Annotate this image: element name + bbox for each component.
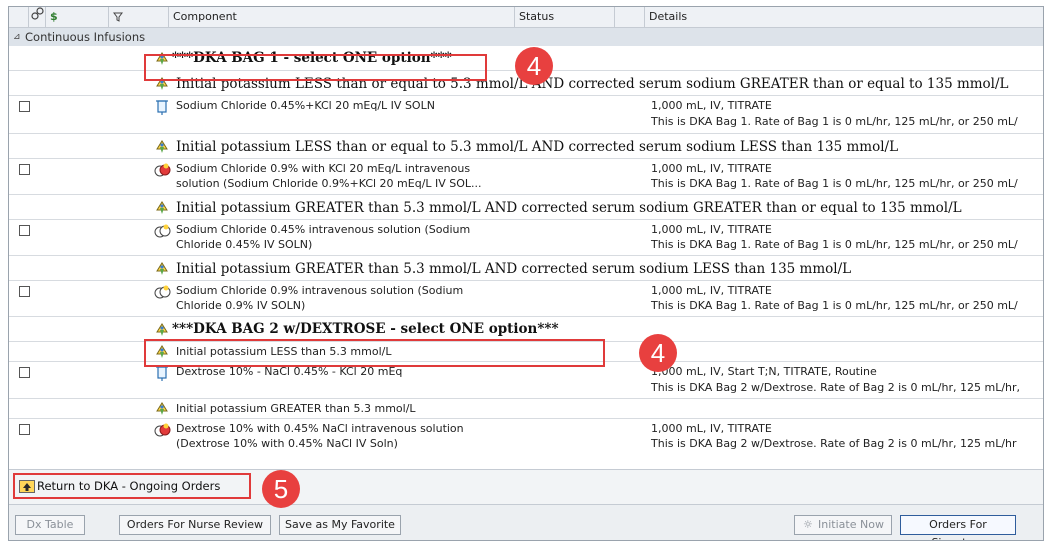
- subheader-text: Initial potassium GREATER than 5.3 mmol/…: [176, 261, 852, 277]
- order-row[interactable]: Sodium Chloride 0.45%+KCl 20 mEq/L IV SO…: [9, 96, 1043, 134]
- group-label: Continuous Infusions: [25, 30, 146, 44]
- save-as-favorite-button[interactable]: Save as My Favorite: [279, 515, 401, 535]
- subheader-row: Initial potassium LESS than or equal to …: [9, 134, 1043, 159]
- order-checkbox[interactable]: [19, 367, 30, 378]
- orders-for-nurse-review-button[interactable]: Orders For Nurse Review: [119, 515, 271, 535]
- callout-badge: 4: [639, 334, 677, 372]
- order-row[interactable]: Sodium Chloride 0.45% intravenous soluti…: [9, 220, 1043, 256]
- orders-window: $ Component Status Details ⊿ Continuous …: [8, 6, 1044, 541]
- order-name-line1: Dextrose 10% with 0.45% NaCl intravenous…: [176, 422, 464, 435]
- iv-bag-icon: [154, 365, 170, 381]
- order-name-line1: Sodium Chloride 0.45% intravenous soluti…: [176, 223, 471, 236]
- subheader-text: Initial potassium LESS than or equal to …: [176, 139, 899, 155]
- dollar-label: $: [50, 10, 58, 23]
- caresheet-icon: [154, 261, 170, 277]
- header-spacer: [615, 7, 645, 27]
- order-checkbox[interactable]: [19, 164, 30, 175]
- collapse-icon[interactable]: ⊿: [13, 28, 21, 46]
- order-details-line1: 1,000 mL, IV, TITRATE: [651, 99, 772, 112]
- order-checkbox[interactable]: [19, 225, 30, 236]
- group-continuous-infusions[interactable]: ⊿ Continuous Infusions: [9, 28, 1043, 46]
- order-name-line1: Sodium Chloride 0.9% intravenous solutio…: [176, 284, 464, 297]
- details-header[interactable]: Details: [645, 7, 1043, 27]
- component-header[interactable]: Component: [169, 7, 515, 27]
- callout-badge: 4: [515, 47, 553, 85]
- order-details-line1: 1,000 mL, IV, TITRATE: [651, 422, 772, 435]
- order-name-line2: solution (Sodium Chloride 0.9%+KCl 20 mE…: [176, 177, 482, 190]
- dx-table-button[interactable]: Dx Table: [15, 515, 85, 535]
- order-row[interactable]: Sodium Chloride 0.9% with KCl 20 mEq/L i…: [9, 159, 1043, 195]
- link-column-icon[interactable]: [29, 7, 46, 27]
- order-checkbox[interactable]: [19, 424, 30, 435]
- order-name: Dextrose 10% - NaCl 0.45% - KCl 20 mEq: [176, 365, 403, 378]
- section-title: ***DKA BAG 2 w/DEXTROSE - select ONE opt…: [172, 321, 559, 337]
- order-details-line1: 1,000 mL, IV, TITRATE: [651, 284, 772, 297]
- subheader-row: Initial potassium GREATER than 5.3 mmol/…: [9, 399, 1043, 419]
- caresheet-icon: [154, 401, 170, 417]
- order-name-line2: (Dextrose 10% with 0.45% NaCl IV Soln): [176, 437, 398, 450]
- cost-column-header[interactable]: $: [46, 7, 109, 27]
- medication-icon: [154, 284, 171, 300]
- order-details-line2: This is DKA Bag 1. Rate of Bag 1 is 0 mL…: [651, 115, 1018, 128]
- subheader-row: Initial potassium GREATER than 5.3 mmol/…: [9, 256, 1043, 281]
- highlight-box-bag1: [144, 54, 487, 81]
- order-details-line1: 1,000 mL, IV, TITRATE: [651, 223, 772, 236]
- filter-column-icon[interactable]: [109, 7, 169, 27]
- medication-icon: [154, 223, 171, 239]
- order-details-line2: This is DKA Bag 1. Rate of Bag 1 is 0 mL…: [651, 177, 1018, 190]
- order-details-line2: This is DKA Bag 2 w/Dextrose. Rate of Ba…: [651, 381, 1021, 394]
- order-name-line2: Chloride 0.9% IV SOLN): [176, 299, 306, 312]
- iv-bag-icon: [154, 99, 170, 115]
- order-row[interactable]: Dextrose 10% with 0.45% NaCl intravenous…: [9, 419, 1043, 459]
- order-name-line2: Chloride 0.45% IV SOLN): [176, 238, 313, 251]
- order-name-line1: Sodium Chloride 0.9% with KCl 20 mEq/L i…: [176, 162, 471, 175]
- initiate-label: Initiate Now: [818, 518, 884, 531]
- orders-for-signature-button[interactable]: Orders For Signature: [900, 515, 1016, 540]
- order-details-line2: This is DKA Bag 1. Rate of Bag 1 is 0 mL…: [651, 238, 1018, 251]
- order-details-line1: 1,000 mL, IV, Start T;N, TITRATE, Routin…: [651, 365, 877, 378]
- header-blank: [9, 7, 29, 27]
- initiate-now-button[interactable]: ☼ Initiate Now: [794, 515, 892, 535]
- bottom-toolbar: Dx Table Orders For Nurse Review Save as…: [9, 504, 1043, 540]
- order-details-line2: This is DKA Bag 1. Rate of Bag 1 is 0 mL…: [651, 299, 1018, 312]
- status-header[interactable]: Status: [515, 7, 615, 27]
- medication-icon: [154, 422, 171, 438]
- subheader-row: Initial potassium GREATER than 5.3 mmol/…: [9, 195, 1043, 220]
- subheader-text: Initial potassium GREATER than 5.3 mmol/…: [176, 402, 416, 415]
- order-details-line1: 1,000 mL, IV, TITRATE: [651, 162, 772, 175]
- subheader-text: Initial potassium GREATER than 5.3 mmol/…: [176, 200, 962, 216]
- medication-icon: [154, 162, 171, 178]
- order-name: Sodium Chloride 0.45%+KCl 20 mEq/L IV SO…: [176, 99, 435, 112]
- orders-list: ⊿ Continuous Infusions ***DKA BAG 1 - se…: [9, 28, 1043, 469]
- order-checkbox[interactable]: [19, 101, 30, 112]
- highlight-box-bag2: [144, 339, 605, 367]
- highlight-box-return: [13, 473, 251, 499]
- order-row[interactable]: Sodium Chloride 0.9% intravenous solutio…: [9, 281, 1043, 317]
- column-header: $ Component Status Details: [9, 7, 1043, 28]
- order-checkbox[interactable]: [19, 286, 30, 297]
- caresheet-icon: [154, 139, 170, 155]
- order-row[interactable]: Dextrose 10% - NaCl 0.45% - KCl 20 mEq 1…: [9, 362, 1043, 399]
- caresheet-icon: [154, 322, 170, 338]
- caresheet-icon: [154, 200, 170, 216]
- order-details-line2: This is DKA Bag 2 w/Dextrose. Rate of Ba…: [651, 437, 1017, 450]
- lightbulb-icon: ☼: [803, 518, 813, 531]
- callout-badge: 5: [262, 470, 300, 508]
